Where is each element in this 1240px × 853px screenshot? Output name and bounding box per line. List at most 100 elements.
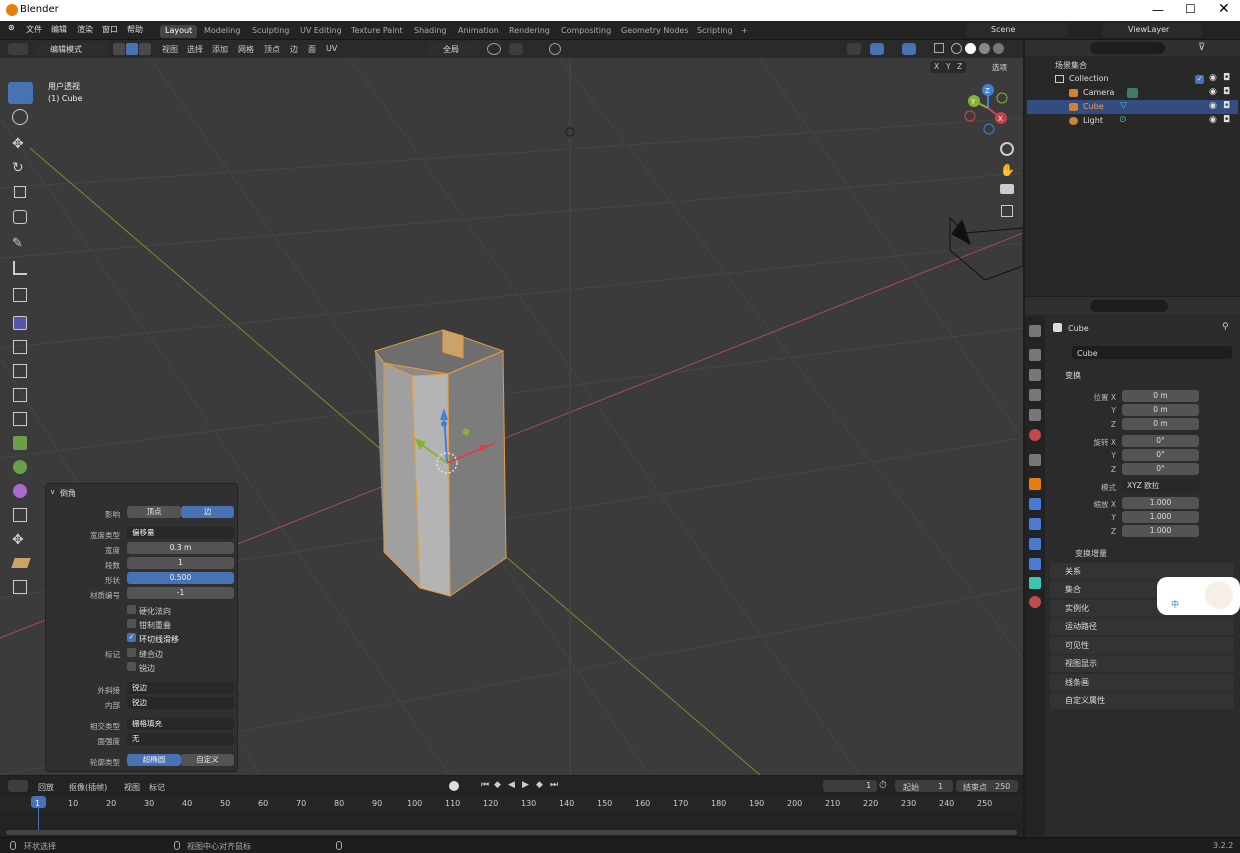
outer-miter-dropdown[interactable]: 锐边 [127,682,234,694]
shading-render-button[interactable] [993,43,1004,54]
select-mode-face-button[interactable] [139,43,151,55]
tab-compositing[interactable]: Compositing [556,25,616,38]
loop-cut-tool-icon[interactable] [13,388,27,402]
collection-camera-icon[interactable]: ◘ [1223,73,1230,83]
light-eye-icon[interactable]: ◉ [1209,115,1217,125]
pivot-icon[interactable] [487,43,501,55]
outliner-row-camera[interactable]: Camera ◉ ◘ [1027,86,1238,100]
rotate-tool-icon[interactable]: ↻ [12,160,24,176]
collection-tab-icon[interactable] [1029,454,1041,466]
loop-slide-checkbox[interactable]: ✓ [127,633,136,642]
section-visibility[interactable]: 可见性 [1050,637,1234,654]
move-tool-icon[interactable]: ✥ [12,136,24,152]
scene-selector[interactable] [966,23,1068,37]
shape-slider[interactable]: 0.500 [127,572,234,584]
output-tab-icon[interactable] [1029,369,1041,381]
pan-hand-icon[interactable]: ✋ [1000,163,1015,177]
location-y-field[interactable]: 0 m [1122,404,1199,416]
world-tab-icon[interactable] [1029,429,1041,441]
mark-sharp-checkbox[interactable] [127,662,136,671]
camera-render-icon[interactable]: ◘ [1223,87,1230,97]
overlay-toggle-icon[interactable] [902,43,916,55]
axis-x-toggle[interactable]: X [934,62,939,71]
material-index-field[interactable]: -1 [127,587,234,599]
menu-select[interactable]: 选择 [187,44,203,55]
clock-icon[interactable]: ⏱ [879,780,887,791]
close-button[interactable]: ✕ [1218,1,1230,17]
menu-add[interactable]: 添加 [212,44,228,55]
options-dropdown[interactable]: 选项 [992,62,1007,73]
cube-eye-icon[interactable]: ◉ [1209,101,1217,111]
transform-section-header[interactable]: 变换 [1050,367,1234,384]
outliner-row-light[interactable]: Light ⊙ ◉ ◘ [1027,114,1238,128]
inner-miter-dropdown[interactable]: 锐边 [127,697,234,709]
rotation-y-field[interactable]: 0° [1122,449,1199,461]
mark-seam-checkbox[interactable] [127,648,136,657]
menu-edit[interactable]: 编辑 [51,24,67,35]
profile-superellipse-button[interactable]: 超椭圆 [127,754,181,766]
tab-geometry-nodes[interactable]: Geometry Nodes [616,25,693,38]
add-workspace-button[interactable]: + [736,25,753,38]
section-line-art[interactable]: 线条画 [1050,674,1234,691]
rotation-mode-dropdown[interactable]: XYZ 欧拉 [1122,480,1199,492]
light-render-icon[interactable]: ◘ [1223,115,1230,125]
menu-vertex[interactable]: 顶点 [264,44,280,55]
add-cube-tool-icon[interactable] [13,288,27,302]
ime-mode-label[interactable]: 中 [1171,599,1179,610]
ime-floating-widget[interactable]: 中 [1157,577,1240,615]
menu-render[interactable]: 渲染 [77,24,93,35]
navigation-gizmo[interactable]: Z X Y [964,84,1008,135]
constraints-tab-icon[interactable] [1029,558,1041,570]
shading-wireframe-button[interactable] [951,43,962,54]
playback-menu[interactable]: 回放 [38,782,54,793]
poly-build-tool-icon[interactable] [13,436,27,450]
record-icon[interactable] [449,781,459,791]
timeline-marker-menu[interactable]: 标记 [149,782,165,793]
shading-material-button[interactable] [979,43,990,54]
beveled-cube-mesh[interactable] [374,329,507,597]
select-mode-vertex-button[interactable] [113,43,125,55]
zoom-icon[interactable] [1000,142,1014,156]
annotate-tool-icon[interactable]: ✎ [12,236,23,251]
menu-mesh[interactable]: 网格 [238,44,254,55]
play-reverse-icon[interactable]: ◀ [508,780,515,790]
xray-toggle-icon[interactable] [934,43,944,53]
timeline-scrollbar[interactable] [6,830,1017,835]
view-layer-tab-icon[interactable] [1029,389,1041,401]
tab-uv-editing[interactable]: UV Editing [295,25,347,38]
menu-face[interactable]: 面 [308,44,316,55]
rip-region-tool-icon[interactable] [13,580,27,594]
render-tab-icon[interactable] [1029,349,1041,361]
select-box-tool[interactable] [8,82,33,104]
keying-menu[interactable]: 抠像(插帧) [69,782,107,793]
tab-modeling[interactable]: Modeling [199,25,245,38]
segments-field[interactable]: 1 [127,557,234,569]
section-viewport-display[interactable]: 视图显示 [1050,655,1234,672]
menu-window[interactable]: 窗口 [102,24,118,35]
smooth-tool-icon[interactable] [13,484,27,498]
camera-view-icon[interactable] [1000,184,1014,194]
modifier-tab-icon[interactable] [1029,498,1041,510]
proportional-edit-icon[interactable] [549,43,561,55]
menu-help[interactable]: 帮助 [127,24,143,35]
tab-animation[interactable]: Animation [453,25,504,38]
menu-edge[interactable]: 边 [290,44,298,55]
ortho-toggle-icon[interactable] [1001,205,1013,217]
inset-tool-icon[interactable] [13,340,27,354]
shrink-fatten-tool-icon[interactable]: ✥ [12,532,24,548]
delta-transform-subsection[interactable]: 变换增量 [1075,548,1107,559]
tool-tab-icon[interactable] [1029,325,1041,337]
particles-tab-icon[interactable] [1029,518,1041,530]
menu-file[interactable]: 文件 [26,24,42,35]
scale-tool-icon[interactable] [14,186,26,198]
tab-rendering[interactable]: Rendering [504,25,555,38]
data-tab-icon[interactable] [1029,577,1041,589]
timeline-view-menu[interactable]: 视图 [124,782,140,793]
section-custom-properties[interactable]: 自定义属性 [1050,692,1234,709]
tab-texture-paint[interactable]: Texture Paint [346,25,408,38]
tab-sculpting[interactable]: Sculpting [247,25,294,38]
transform-tool-icon[interactable] [13,210,27,224]
outliner-row-cube[interactable]: Cube ▽ ◉ ◘ [1027,100,1238,114]
scale-y-field[interactable]: 1.000 [1122,511,1199,523]
extrude-tool-icon[interactable] [13,316,27,330]
